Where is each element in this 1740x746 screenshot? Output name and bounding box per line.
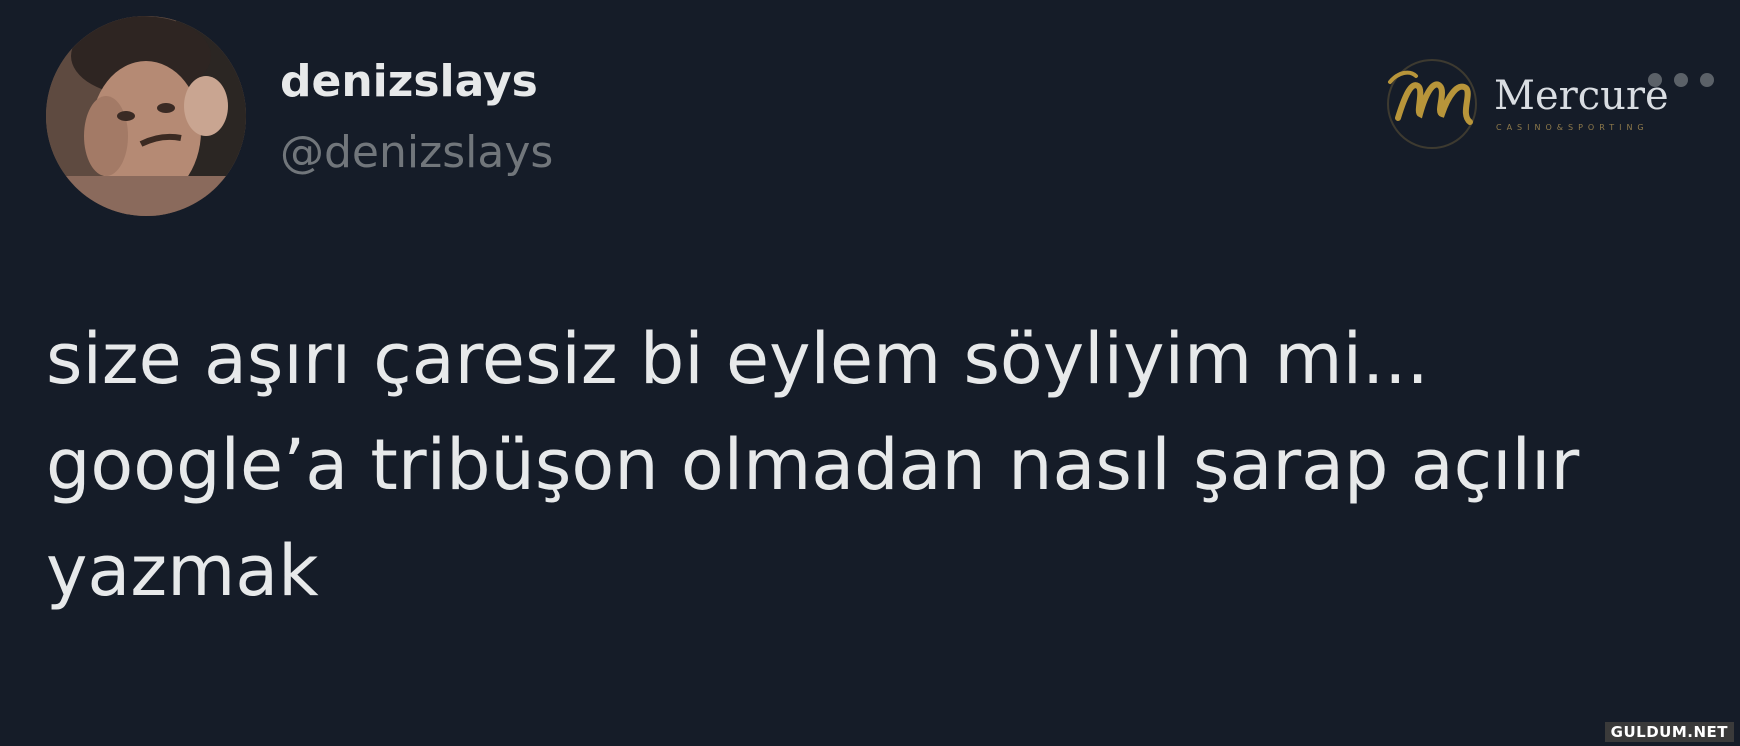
more-horizontal-icon-dot [1700,73,1714,87]
more-horizontal-icon [1648,73,1662,87]
mercure-m-emblem-icon [1387,59,1477,149]
more-horizontal-icon-dot [1674,73,1688,87]
site-watermark: GULDUM.NET [1604,722,1734,742]
sponsor-brand-name: Mercure [1494,73,1669,119]
user-handle[interactable]: @denizslays [280,126,553,180]
tweet-text: size aşırı çaresiz bi eylem söyliyim mi.… [46,306,1706,624]
tweet-card: denizslays @denizslays Mercure CASINO&SP… [0,0,1740,746]
sponsor-logo-overlay: Mercure CASINO&SPORTING [1376,52,1676,156]
sponsor-brand-subtitle: CASINO&SPORTING [1496,123,1649,132]
avatar-photo [46,16,246,216]
tweet-text-line: size aşırı çaresiz bi eylem söyliyim mi.… [46,318,1429,400]
avatar[interactable] [46,16,246,216]
tweet-text-line: google’a tribüşon olmadan nasıl şarap aç… [46,424,1580,506]
more-options-button[interactable] [1648,68,1714,92]
display-name[interactable]: denizslays [280,55,538,109]
tweet-text-line: yazmak [46,530,319,612]
